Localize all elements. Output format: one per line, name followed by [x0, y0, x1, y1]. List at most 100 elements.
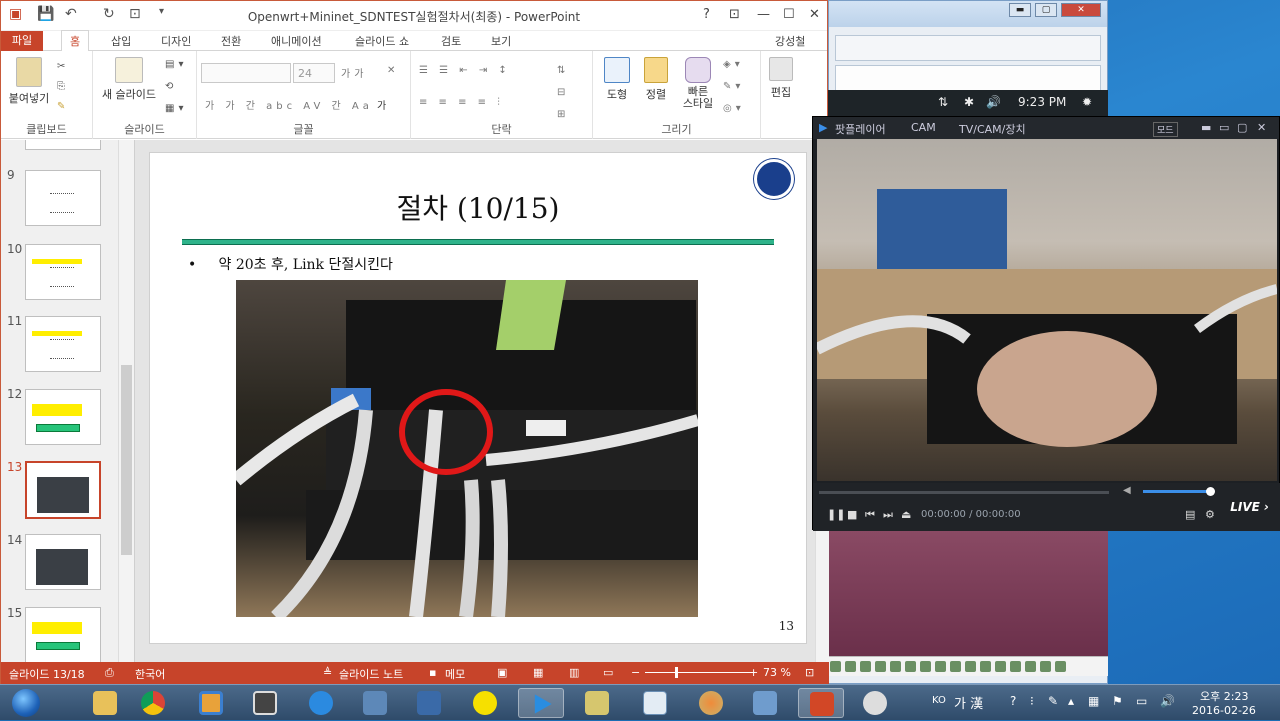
- clock-date[interactable]: 2016-02-26: [1192, 704, 1256, 717]
- tab-slideshow[interactable]: 슬라이드 쇼: [355, 33, 409, 49]
- slide-thumbnail-9[interactable]: [25, 170, 101, 226]
- expand-tray-icon[interactable]: ▴: [1068, 694, 1074, 708]
- maximize-button[interactable]: ☐: [783, 7, 795, 22]
- slide-thumbnail-15[interactable]: [25, 607, 101, 662]
- shapes-button[interactable]: 도형: [597, 57, 637, 102]
- network-status-icon[interactable]: ▭: [1136, 694, 1147, 708]
- slide-thumbnail-8[interactable]: [25, 140, 101, 150]
- taskbar-powerpoint[interactable]: [798, 688, 844, 718]
- taskbar-folder[interactable]: [574, 688, 620, 718]
- player-maximize-icon[interactable]: ▢: [1237, 121, 1247, 134]
- reading-view-icon[interactable]: ▥: [569, 666, 579, 679]
- slide-thumbnail-10[interactable]: [25, 244, 101, 300]
- tool-icon[interactable]: [890, 661, 901, 672]
- slide-indicator[interactable]: 슬라이드 13/18: [9, 666, 85, 682]
- copy-icon[interactable]: ⎘: [57, 77, 69, 97]
- slide-canvas[interactable]: 절차 (10/15) • 약 20초 후, Link 단절시킨다 13: [149, 152, 807, 644]
- grow-font-icon[interactable]: 가가: [341, 65, 367, 80]
- tray-app-icon[interactable]: ▦: [1088, 694, 1099, 708]
- player-tab-cam[interactable]: CAM: [911, 121, 936, 134]
- ribbon-display-button[interactable]: ⊡: [729, 7, 740, 22]
- tool-icon[interactable]: [905, 661, 916, 672]
- layout-icon[interactable]: ▤▾: [165, 59, 187, 70]
- notes-button[interactable]: 슬라이드 노트: [339, 666, 403, 682]
- format-painter-icon[interactable]: ✎: [57, 97, 69, 117]
- tool-icon[interactable]: [830, 661, 841, 672]
- slide-bullet[interactable]: • 약 20초 후, Link 단절시킨다: [188, 254, 393, 274]
- taskbar-explorer[interactable]: [82, 688, 128, 718]
- clock-time[interactable]: 오후 2:23: [1200, 688, 1248, 704]
- background-window-titlebar[interactable]: ▬ ▢ ✕: [829, 1, 1107, 27]
- slide-thumbnail-13[interactable]: [25, 461, 101, 519]
- close-button[interactable]: ✕: [809, 7, 820, 22]
- help-button[interactable]: ?: [703, 7, 710, 22]
- user-name[interactable]: 강성철: [775, 33, 805, 49]
- player-tab-device[interactable]: TV/CAM/장치: [959, 121, 1026, 137]
- tool-icon[interactable]: [950, 661, 961, 672]
- taskbar-ie[interactable]: [298, 688, 344, 718]
- editing-button[interactable]: 편집: [763, 57, 799, 100]
- ime-mode[interactable]: 가 漢: [954, 693, 983, 712]
- slide-sorter-icon[interactable]: ▦: [533, 666, 543, 679]
- tool-icon[interactable]: [1025, 661, 1036, 672]
- taskbar-app[interactable]: [188, 688, 234, 718]
- tab-transitions[interactable]: 전환: [221, 33, 241, 49]
- tab-file[interactable]: 파일: [1, 31, 43, 51]
- comments-icon[interactable]: ▪: [429, 666, 436, 679]
- thumbnail-scrollbar[interactable]: [118, 140, 134, 662]
- shape-fill-icon[interactable]: ◈▾: [723, 59, 744, 70]
- playlist-icon[interactable]: ▤: [1185, 508, 1195, 521]
- normal-view-icon[interactable]: ▣: [497, 666, 507, 679]
- volume-slider[interactable]: [1143, 490, 1209, 493]
- language-indicator[interactable]: 한국어: [135, 666, 165, 682]
- slide-thumbnail-14[interactable]: [25, 534, 101, 590]
- close-icon[interactable]: ✕: [1061, 3, 1101, 17]
- taskbar-network[interactable]: [352, 688, 398, 718]
- next-icon[interactable]: ⏭: [883, 508, 893, 522]
- font-name-input[interactable]: [201, 63, 291, 83]
- ime-language[interactable]: KO: [932, 695, 946, 706]
- slideshow-view-icon[interactable]: ▭: [603, 666, 613, 679]
- maximize-icon[interactable]: ▢: [1035, 3, 1057, 17]
- list-icons[interactable]: ☰ ☰ ⇤ ⇥ ↕: [419, 65, 511, 76]
- zoom-level[interactable]: 73 %: [763, 666, 791, 679]
- tool-icon[interactable]: [1055, 661, 1066, 672]
- minimize-icon[interactable]: ▬: [1009, 3, 1031, 17]
- taskbar-paint[interactable]: [688, 688, 734, 718]
- new-slide-button[interactable]: 새 슬라이드: [97, 57, 161, 102]
- fit-to-window-icon[interactable]: ⊡: [805, 666, 814, 679]
- video-display[interactable]: [817, 139, 1277, 481]
- live-button[interactable]: LIVE ›: [1230, 500, 1269, 514]
- section-icon[interactable]: ▦▾: [165, 103, 187, 114]
- tab-insert[interactable]: 삽입: [111, 33, 131, 49]
- minimize-button[interactable]: —: [757, 7, 770, 22]
- font-format-icons[interactable]: 가 가 간 abc AV 간 Aa: [205, 97, 373, 112]
- settings-icon[interactable]: ⚙: [1205, 508, 1215, 521]
- tool-icon[interactable]: [995, 661, 1006, 672]
- clear-format-icon[interactable]: ✕: [387, 65, 399, 76]
- align-icons[interactable]: ≡ ≡ ≡ ≡ ⫶: [419, 97, 504, 108]
- tool-icon[interactable]: [920, 661, 931, 672]
- volume-icon[interactable]: 🔊: [1160, 694, 1175, 708]
- zoom-slider-knob[interactable]: [675, 667, 678, 678]
- stop-icon[interactable]: ■: [847, 508, 857, 521]
- tool-icon[interactable]: [965, 661, 976, 672]
- tool-icon[interactable]: [845, 661, 856, 672]
- slide-title[interactable]: 절차 (10/15): [150, 187, 806, 227]
- ppt-titlebar[interactable]: ▣ 💾 ↶ ↻ ⊡ ▾ Openwrt+Mininet_SDNTEST실험절차서…: [1, 1, 827, 31]
- action-center-icon[interactable]: ⚑: [1112, 694, 1123, 708]
- smartart-icon[interactable]: ⊞: [557, 109, 569, 120]
- pen-icon[interactable]: ✎: [1048, 694, 1058, 708]
- router-photo[interactable]: [236, 280, 698, 617]
- mute-icon[interactable]: ◀: [1123, 485, 1131, 496]
- player-minimize-icon[interactable]: ▬: [1201, 121, 1211, 134]
- tab-home[interactable]: 홈: [61, 30, 90, 52]
- eject-icon[interactable]: ⏏: [901, 508, 911, 521]
- pause-icon[interactable]: ❚❚: [827, 508, 845, 521]
- tab-view[interactable]: 보기: [491, 33, 511, 49]
- taskbar-player[interactable]: [852, 688, 898, 718]
- slide-thumbnail-pane[interactable]: 9 10 11 12 13 14 15: [1, 140, 135, 662]
- powerpoint-window[interactable]: ▣ 💾 ↶ ↻ ⊡ ▾ Openwrt+Mininet_SDNTEST실험절차서…: [0, 0, 829, 684]
- text-direction-icon[interactable]: ⇅: [557, 65, 569, 76]
- tool-icon[interactable]: [1040, 661, 1051, 672]
